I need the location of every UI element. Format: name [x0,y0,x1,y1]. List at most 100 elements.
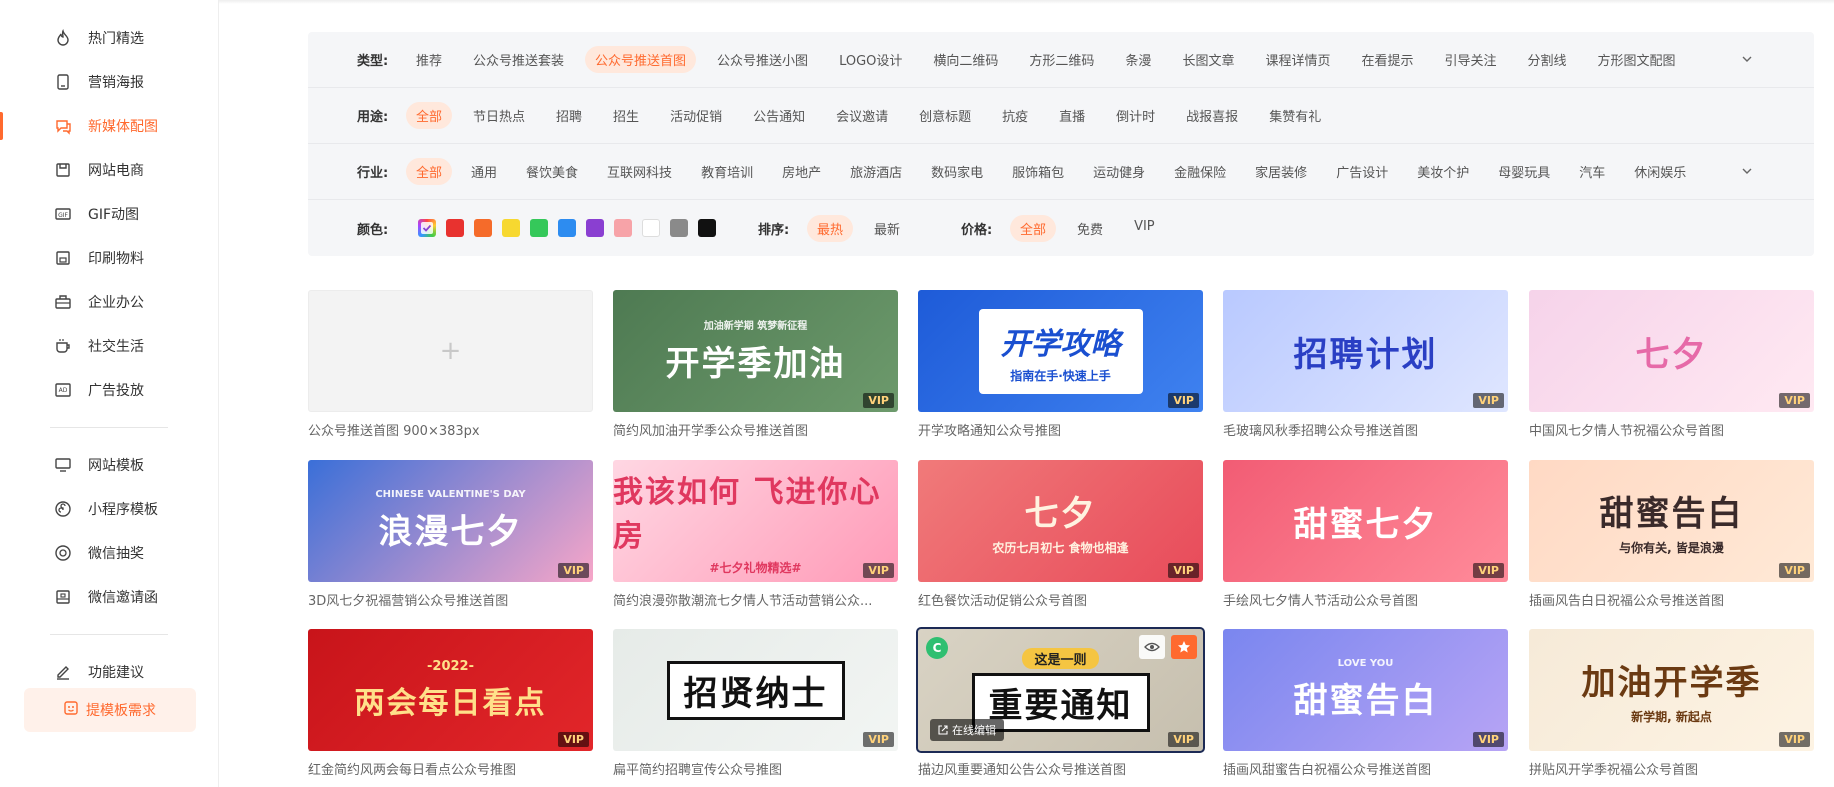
filter-option-industry[interactable]: 房地产 [772,158,831,185]
filter-option-usage[interactable]: 招聘 [546,102,592,129]
filter-option-industry[interactable]: 母婴玩具 [1488,158,1560,185]
filter-option-industry[interactable]: 全部 [406,158,453,185]
template-thumbnail[interactable]: + [308,290,593,412]
filter-option-type[interactable]: 推荐 [406,46,452,73]
filter-option-sort[interactable]: 最新 [864,215,910,242]
sidebar-item[interactable]: 网站模板 [0,443,218,487]
filter-option-industry[interactable]: 数码家电 [921,158,993,185]
color-swatch[interactable] [474,219,492,237]
template-caption[interactable]: 中国风七夕情人节祝福公众号首图 [1529,420,1814,439]
filter-option-type[interactable]: 公众号推送首图 [585,46,697,73]
filter-option-type[interactable]: 公众号推送小图 [707,46,818,73]
template-card[interactable]: 七夕 VIP 中国风七夕情人节祝福公众号首图 [1529,290,1814,439]
template-caption[interactable]: 描边风重要通知公告公众号推送首图 [918,759,1203,778]
template-caption[interactable]: 插画风甜蜜告白祝福公众号推送首图 [1223,759,1508,778]
sidebar-item[interactable]: 印刷物料 [0,236,218,280]
sidebar-item[interactable]: GIF GIF动图 [0,192,218,236]
sidebar-item[interactable]: 小程序模板 [0,487,218,531]
color-swatch[interactable] [642,219,660,237]
template-thumbnail[interactable]: 甜蜜告白 与你有关, 皆是浪漫 VIP [1529,460,1814,582]
template-card[interactable]: 甜蜜七夕 VIP 手绘风七夕情人节活动公众号首图 [1223,460,1508,609]
template-thumbnail[interactable]: 七夕 VIP [1529,290,1814,412]
template-card[interactable]: 这是一则 重要通知 VIP C 在线编辑 描边风重要通知公告公众号推送首图 [916,627,1205,778]
filter-option-industry[interactable]: 美妆个护 [1407,158,1479,185]
sidebar-item[interactable]: 微信抽奖 [0,531,218,575]
color-swatch[interactable] [558,219,576,237]
filter-option-industry[interactable]: 通用 [461,158,507,185]
template-caption[interactable]: 拼贴风开学季祝福公众号首图 [1529,759,1814,778]
template-card[interactable]: 开学攻略 指南在手·快速上手 VIP 开学攻略通知公众号推图 [918,290,1203,439]
filter-option-type[interactable]: 在看提示 [1351,46,1423,73]
filter-option-usage[interactable]: 活动促销 [660,102,732,129]
template-caption[interactable]: 手绘风七夕情人节活动公众号首图 [1223,590,1508,609]
filter-option-type[interactable]: 公众号推送套装 [463,46,574,73]
filter-option-usage[interactable]: 节日热点 [463,102,535,129]
filter-option-type[interactable]: 引导关注 [1434,46,1506,73]
template-caption[interactable]: 开学攻略通知公众号推图 [918,420,1203,439]
favorite-star-icon[interactable] [1171,635,1197,659]
color-swatch[interactable] [502,219,520,237]
filter-option-usage[interactable]: 创意标题 [909,102,981,129]
color-swatch-all[interactable] [418,219,436,237]
color-swatch[interactable] [530,219,548,237]
template-caption[interactable]: 简约浪漫弥散潮流七夕情人节活动营销公众... [613,590,898,609]
plus-icon[interactable]: + [440,336,462,366]
filter-option-type[interactable]: 长图文章 [1172,46,1244,73]
template-card[interactable]: 我该如何 飞进你心房 #七夕礼物精选# VIP 简约浪漫弥散潮流七夕情人节活动营销公众… [613,460,898,609]
color-swatch[interactable] [698,219,716,237]
template-thumbnail[interactable]: 招贤纳士 VIP [613,629,898,751]
filter-option-industry[interactable]: 广告设计 [1326,158,1398,185]
template-thumbnail[interactable]: CHINESE VALENTINE'S DAY 浪漫七夕 VIP [308,460,593,582]
preview-eye-icon[interactable] [1139,635,1165,659]
filter-option-price[interactable]: 免费 [1067,215,1113,242]
template-thumbnail[interactable]: -2022- 两会每日看点 VIP [308,629,593,751]
sidebar-item[interactable]: 微信邀请函 [0,575,218,619]
filter-option-type[interactable]: 方形图文配图 [1588,46,1686,73]
sidebar-item[interactable]: 热门精选 [0,16,218,60]
filter-option-industry[interactable]: 家居装修 [1245,158,1317,185]
filter-option-usage[interactable]: 公告通知 [743,102,815,129]
filter-option-industry[interactable]: 教育培训 [691,158,763,185]
template-thumbnail[interactable]: 招聘计划 VIP [1223,290,1508,412]
template-card[interactable]: 甜蜜告白 与你有关, 皆是浪漫 VIP 插画风告白日祝福公众号推送首图 [1529,460,1814,609]
filter-option-usage[interactable]: 会议邀请 [826,102,898,129]
template-caption[interactable]: 简约风加油开学季公众号推送首图 [613,420,898,439]
template-thumbnail[interactable]: 加油开学季 新学期, 新起点 VIP [1529,629,1814,751]
sidebar-item[interactable]: 新媒体配图 [0,104,218,148]
template-caption[interactable]: 红色餐饮活动促销公众号首图 [918,590,1203,609]
filter-option-type[interactable]: 课程详情页 [1255,46,1340,73]
template-card[interactable]: 招贤纳士 VIP 扁平简约招聘宣传公众号推图 [613,629,898,778]
template-card[interactable]: 招聘计划 VIP 毛玻璃风秋季招聘公众号推送首图 [1223,290,1508,439]
template-card[interactable]: -2022- 两会每日看点 VIP 红金简约风两会每日看点公众号推图 [308,629,593,778]
filter-option-type[interactable]: 方形二维码 [1019,46,1104,73]
template-card[interactable]: LOVE YOU 甜蜜告白 VIP 插画风甜蜜告白祝福公众号推送首图 [1223,629,1508,778]
template-thumbnail[interactable]: 开学攻略 指南在手·快速上手 VIP [918,290,1203,412]
filter-option-industry[interactable]: 互联网科技 [597,158,682,185]
request-template-button[interactable]: 提模板需求 [24,688,196,732]
filter-option-industry[interactable]: 运动健身 [1083,158,1155,185]
filter-option-usage[interactable]: 集赞有礼 [1259,102,1331,129]
filter-option-industry[interactable]: 服饰箱包 [1002,158,1074,185]
chevron-down-icon[interactable] [1740,52,1754,66]
filter-option-usage[interactable]: 招生 [603,102,649,129]
filter-option-usage[interactable]: 战报喜报 [1176,102,1248,129]
template-caption[interactable]: 红金简约风两会每日看点公众号推图 [308,759,593,778]
sidebar-item[interactable]: 营销海报 [0,60,218,104]
filter-option-sort[interactable]: 最热 [807,214,854,242]
filter-option-industry[interactable]: 金融保险 [1164,158,1236,185]
filter-option-type[interactable]: 条漫 [1115,46,1161,73]
filter-option-type[interactable]: 分割线 [1518,46,1577,73]
online-edit-button[interactable]: 在线编辑 [930,719,1004,741]
sidebar-item[interactable]: 社交生活 [0,324,218,368]
template-thumbnail[interactable]: 加油新学期 筑梦新征程 开学季加油 VIP [613,290,898,412]
color-swatch[interactable] [446,219,464,237]
filter-option-usage[interactable]: 抗疫 [992,102,1038,129]
template-caption[interactable]: 扁平简约招聘宣传公众号推图 [613,759,898,778]
filter-option-industry[interactable]: 休闲娱乐 [1624,158,1696,185]
filter-option-industry[interactable]: 汽车 [1569,158,1615,185]
template-thumbnail[interactable]: 我该如何 飞进你心房 #七夕礼物精选# VIP [613,460,898,582]
template-caption[interactable]: 3D风七夕祝福营销公众号推送首图 [308,590,593,609]
sidebar-item[interactable]: 网站电商 [0,148,218,192]
template-thumbnail[interactable]: 七夕 农历七月初七 食物也相逢 VIP [918,460,1203,582]
filter-option-type[interactable]: LOGO设计 [829,46,912,73]
